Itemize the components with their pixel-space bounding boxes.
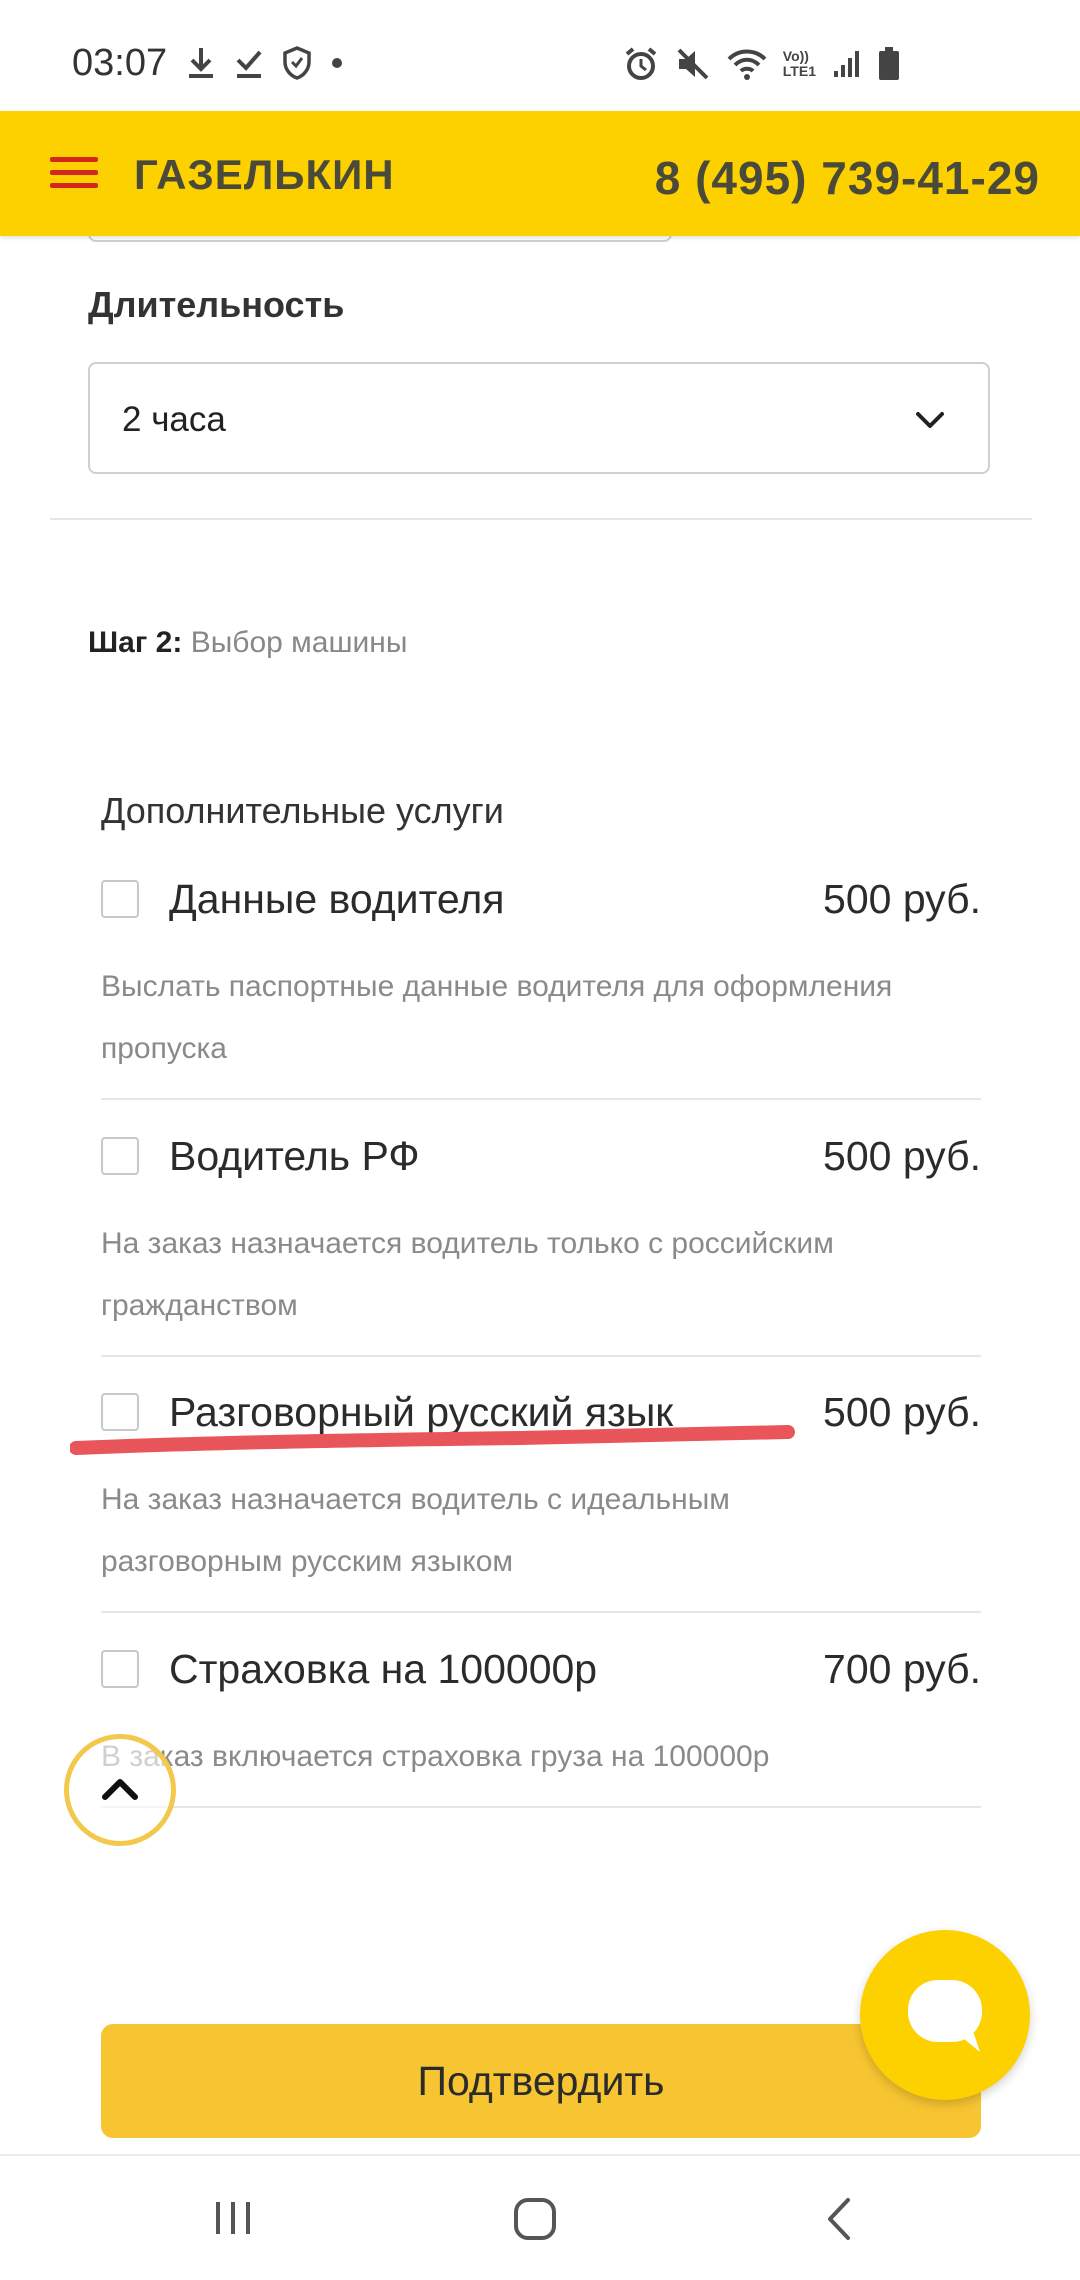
service-divider (101, 1355, 981, 1357)
shield-icon (283, 46, 311, 80)
service-checkbox[interactable] (101, 880, 139, 918)
service-divider (101, 1611, 981, 1613)
duration-value: 2 часа (122, 400, 226, 439)
service-price: 500 руб. (823, 1133, 981, 1179)
chat-button[interactable] (860, 1930, 1030, 2100)
step-indicator: Шаг 2: Выбор машины (88, 626, 407, 660)
section-divider (50, 518, 1032, 520)
service-price: 500 руб. (823, 1389, 981, 1435)
duration-label: Длительность (88, 284, 345, 325)
service-price: 700 руб. (823, 1646, 981, 1692)
volte-label-top: Vo)) (782, 48, 809, 64)
back-icon[interactable] (820, 2196, 860, 2242)
service-divider (101, 1098, 981, 1100)
service-description: Выслать паспортные данные водителя для о… (101, 970, 893, 1065)
mute-icon (677, 48, 709, 80)
service-divider (101, 1806, 981, 1808)
check-icon (236, 50, 262, 78)
status-right-icons: Vo)) LTE1 (623, 46, 900, 82)
system-nav-bar (0, 2154, 1080, 2280)
download-icon (189, 48, 213, 78)
menu-icon[interactable] (50, 157, 98, 189)
brand-logo[interactable]: ГАЗЕЛЬКИН (134, 151, 395, 199)
chevron-down-icon (916, 412, 944, 428)
volte-icon: Vo)) LTE1 (783, 49, 816, 79)
battery-icon (879, 47, 899, 80)
volte-label-bottom: LTE1 (782, 63, 816, 79)
status-time: 03:07 (72, 42, 168, 84)
alarm-icon (625, 47, 657, 80)
scroll-to-top-button[interactable] (64, 1734, 176, 1846)
step-text: Выбор машины (190, 626, 408, 659)
chevron-up-icon (102, 1779, 138, 1800)
recent-apps-icon[interactable] (212, 2196, 256, 2240)
phone-link[interactable]: 8 (495) 739-41-29 (655, 151, 1040, 205)
step-label: Шаг 2: (88, 626, 183, 659)
page: 03:07 Vo)) LTE1 ГАЗЕЛЬКИН 8 (495) 739-41… (0, 0, 1080, 2280)
confirm-button[interactable]: Подтвердить (101, 2024, 981, 2138)
service-description: На заказ назначается водитель только с р… (101, 1227, 834, 1322)
status-bar: 03:07 Vo)) LTE1 (0, 0, 1080, 111)
signal-icon (834, 51, 859, 77)
service-name: Водитель РФ (169, 1133, 420, 1179)
home-icon[interactable] (512, 2196, 558, 2242)
service-description: На заказ назначается водитель с идеальны… (101, 1483, 730, 1578)
service-name: Данные водителя (169, 876, 505, 922)
service-name: Страховка на 100000р (169, 1646, 598, 1692)
status-left-icons (186, 46, 344, 80)
service-checkbox[interactable] (101, 1650, 139, 1688)
extras-title: Дополнительные услуги (101, 790, 504, 831)
wifi-icon (727, 49, 767, 80)
site-header: ГАЗЕЛЬКИН 8 (495) 739-41-29 (0, 111, 1080, 236)
dot-icon (332, 58, 342, 68)
chat-icon (908, 1980, 982, 2052)
service-price: 500 руб. (823, 876, 981, 922)
service-description: В заказ включается страховка груза на 10… (101, 1740, 770, 1773)
service-checkbox[interactable] (101, 1137, 139, 1175)
highlight-underline (70, 1425, 795, 1455)
duration-select[interactable]: 2 часа (88, 362, 990, 474)
